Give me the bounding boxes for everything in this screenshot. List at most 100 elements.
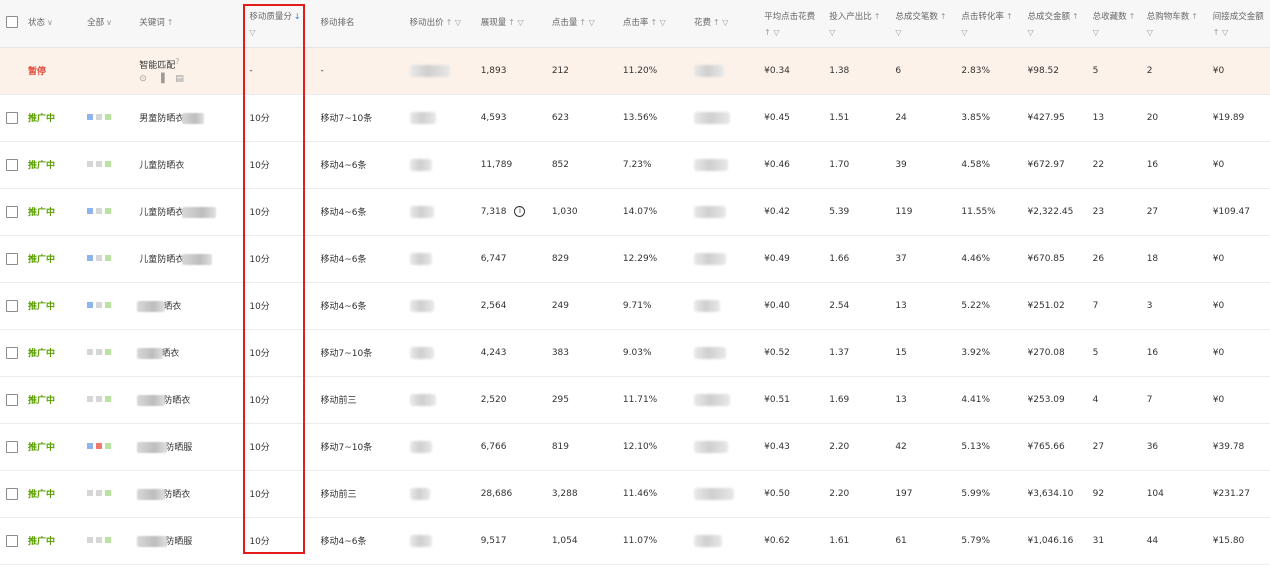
filter-icon[interactable]: ▽ — [1147, 28, 1207, 37]
col-mobile-quality[interactable]: 移动质量分 ↓ ▽ — [243, 0, 315, 48]
color-tag-icon[interactable] — [96, 208, 103, 214]
color-tag-icon[interactable] — [105, 490, 112, 496]
color-tag-icon[interactable] — [105, 208, 112, 214]
row-checkbox[interactable] — [6, 158, 18, 171]
chevron-down-icon[interactable]: ∨ — [106, 18, 112, 27]
status-badge[interactable]: 推广中 — [28, 255, 55, 265]
color-tag-icon[interactable] — [96, 349, 103, 355]
redacted-bid[interactable] — [409, 440, 432, 453]
color-tag-icon[interactable] — [87, 208, 94, 214]
col-gmv[interactable]: 总成交金额 ↑ ▽ — [1021, 0, 1087, 48]
color-tag-icon[interactable] — [87, 302, 94, 308]
color-tag-icon[interactable] — [105, 161, 112, 167]
sort-desc-icon[interactable]: ↓ — [294, 12, 301, 21]
table-row[interactable]: 暂停 智能匹配? ⊙ ▐ ▤ - -1,893 212 11.20% ¥0.34 1.38 6 2.… — [0, 47, 1270, 94]
col-indirect-gmv[interactable]: 间接成交金额 ↑ ▽ — [1206, 0, 1270, 48]
redacted-bid[interactable] — [409, 64, 450, 77]
sort-icon[interactable]: ↑ — [874, 12, 881, 21]
filter-icon[interactable]: ▽ — [1028, 28, 1087, 37]
color-tag-icon[interactable] — [105, 114, 112, 120]
col-roi[interactable]: 投入产出比 ↑ ▽ — [823, 0, 890, 48]
row-checkbox[interactable] — [6, 111, 18, 124]
col-keyword[interactable]: 关键词 ↑ — [133, 0, 244, 48]
color-tag-icon[interactable] — [87, 255, 94, 261]
sort-icon[interactable]: ↑ — [1191, 12, 1198, 21]
color-tag-icon[interactable] — [96, 255, 103, 261]
redacted-bid[interactable] — [409, 111, 436, 124]
smart-match-tools-icon[interactable]: ⊙ ▐ ▤ — [139, 74, 243, 84]
redacted-bid[interactable] — [409, 534, 432, 547]
row-checkbox[interactable] — [6, 205, 18, 218]
filter-icon[interactable]: ▽ — [961, 28, 1021, 37]
sort-icon[interactable]: ↑ — [1072, 12, 1079, 21]
redacted-bid[interactable] — [409, 205, 434, 218]
col-impressions[interactable]: 展现量 ↑ ▽ — [474, 0, 546, 48]
table-row[interactable]: 推广中 防晒衣 10分 移动前三 2,520 295 11.71% ¥0.51 1.69 13 4.… — [0, 376, 1270, 423]
table-row[interactable]: 推广中 儿童防晒衣 10分 移动4~6条 6,747 829 12.29% ¥0.49 1.66… — [0, 235, 1270, 282]
col-ctr[interactable]: 点击率 ↑ ▽ — [616, 0, 689, 48]
table-row[interactable]: 推广中 防晒服 10分 移动7~10条 6,766 819 12.10% ¥0.43 2.20 4… — [0, 423, 1270, 470]
sort-icon[interactable]: ↑ — [1129, 12, 1136, 21]
status-badge[interactable]: 推广中 — [28, 302, 55, 312]
chevron-down-icon[interactable]: ∨ — [47, 18, 53, 27]
col-status[interactable]: 状态 ∨ — [22, 0, 82, 48]
table-row[interactable]: 推广中 儿童防晒衣 10分 移动4~6条 7,318 i 1,030 14.07% ¥0.42 5… — [0, 188, 1270, 235]
table-row[interactable]: 推广中 儿童防晒衣 10分 移动4~6条 11,789 852 7.23% ¥0.46 1.70… — [0, 141, 1270, 188]
row-checkbox[interactable] — [6, 487, 18, 500]
status-badge[interactable]: 推广中 — [28, 490, 55, 500]
info-icon[interactable]: i — [514, 206, 526, 217]
help-icon[interactable]: ? — [175, 57, 179, 66]
color-tag-icon[interactable] — [105, 302, 112, 308]
keyword-text[interactable]: 儿童防晒衣 — [139, 208, 184, 218]
col-avg-cpc[interactable]: 平均点击花费 ↑ ▽ — [758, 0, 824, 48]
col-cost[interactable]: 花费 ↑ ▽ — [688, 0, 759, 48]
sort-icon[interactable]: ↑ — [167, 18, 174, 27]
filter-icon[interactable]: ▽ — [249, 28, 314, 37]
color-tag-icon[interactable] — [96, 302, 103, 308]
color-tag-icon[interactable] — [105, 255, 112, 261]
redacted-bid[interactable] — [409, 158, 432, 171]
keyword-text[interactable]: 智能匹配 — [139, 61, 175, 71]
color-tag-icon[interactable] — [87, 537, 94, 543]
table-row[interactable]: 推广中 晒衣 10分 移动7~10条 4,243 383 9.03% ¥0.52 1.37 15 3… — [0, 329, 1270, 376]
keyword-text[interactable]: 防晒衣 — [163, 490, 190, 500]
status-badge[interactable]: 推广中 — [28, 443, 55, 453]
color-tag-icon[interactable] — [87, 443, 94, 449]
color-tag-icon[interactable] — [87, 490, 94, 496]
color-tag-icon[interactable] — [87, 349, 94, 355]
status-badge[interactable]: 推广中 — [28, 396, 55, 406]
color-tag-icon[interactable] — [96, 161, 103, 167]
sort-filter-icon[interactable]: ↑ ▽ — [650, 18, 665, 27]
sort-filter-icon[interactable]: ↑ ▽ — [713, 18, 728, 27]
row-checkbox[interactable] — [6, 393, 18, 406]
table-row[interactable]: 推广中 男童防晒衣 10分 移动7~10条 4,593 623 13.56% ¥0.45 1.5… — [0, 94, 1270, 141]
color-tag-icon[interactable] — [87, 396, 94, 402]
status-badge[interactable]: 推广中 — [28, 537, 55, 547]
status-badge[interactable]: 推广中 — [28, 114, 55, 124]
color-tag-icon[interactable] — [105, 443, 112, 449]
sort-icon[interactable]: ↑ — [940, 12, 947, 21]
status-badge[interactable]: 推广中 — [28, 349, 55, 359]
col-mobile-bid[interactable]: 移动出价 ↑ ▽ — [403, 0, 475, 48]
keyword-text[interactable]: 防晒服 — [165, 537, 192, 547]
col-clicks[interactable]: 点击量 ↑ ▽ — [545, 0, 617, 48]
color-tag-icon[interactable] — [96, 443, 103, 449]
sort-icon[interactable]: ↑ — [1006, 12, 1013, 21]
col-carts[interactable]: 总购物车数 ↑ ▽ — [1140, 0, 1207, 48]
keyword-text[interactable]: 儿童防晒衣 — [139, 255, 184, 265]
row-checkbox[interactable] — [6, 299, 18, 312]
keyword-text[interactable]: 儿童防晒衣 — [139, 161, 184, 171]
sort-filter-icon[interactable]: ↑ ▽ — [446, 18, 461, 27]
keyword-text[interactable]: 男童防晒衣 — [139, 114, 184, 124]
table-row[interactable]: 推广中 防晒服 10分 移动4~6条 9,517 1,054 11.07% ¥0.62 1.61… — [0, 517, 1270, 564]
table-row[interactable]: 推广中 防晒衣 10分 移动前三 28,686 3,288 11.46% ¥0.50 2.20 1… — [0, 470, 1270, 517]
keyword-text[interactable]: 晒衣 — [163, 302, 181, 312]
color-tag-icon[interactable] — [105, 396, 112, 402]
redacted-bid[interactable] — [409, 393, 436, 406]
status-badge[interactable]: 暂停 — [28, 67, 46, 77]
keyword-text[interactable]: 晒衣 — [161, 349, 179, 359]
row-checkbox[interactable] — [6, 252, 18, 265]
keyword-text[interactable]: 防晒衣 — [163, 396, 190, 406]
color-tag-icon[interactable] — [105, 349, 112, 355]
sort-filter-icon[interactable]: ↑ ▽ — [764, 28, 823, 37]
